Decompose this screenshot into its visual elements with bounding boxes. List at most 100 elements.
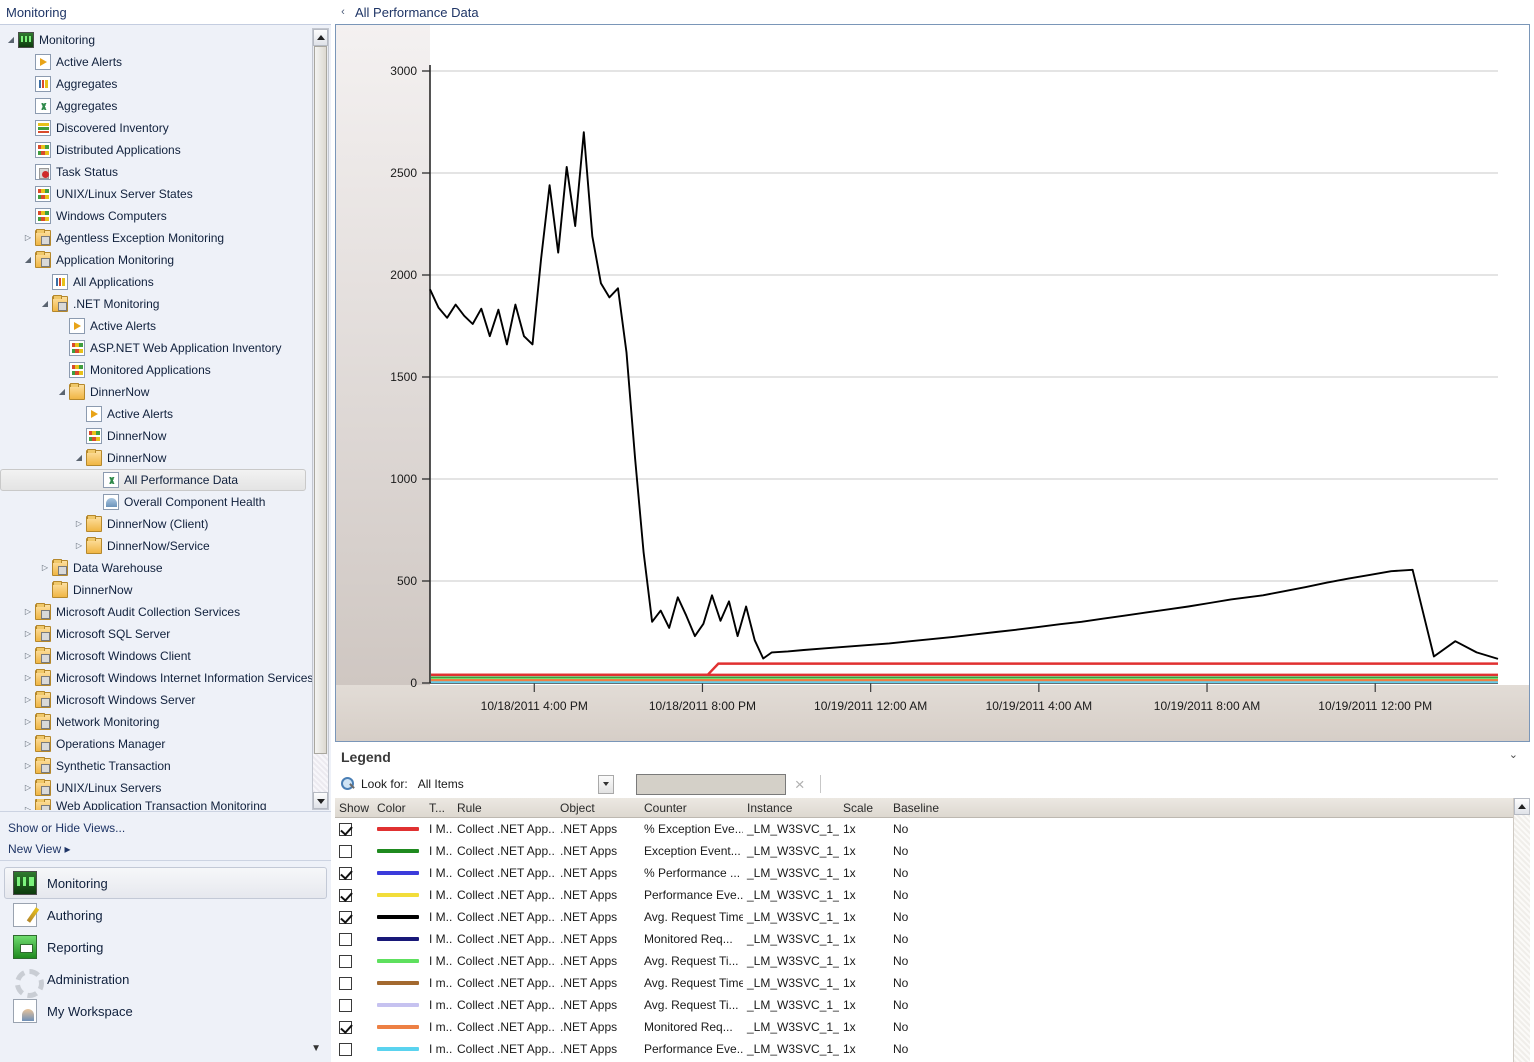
tree-item-unix-linux-servers[interactable]: ▷ UNIX/Linux Servers — [0, 777, 312, 799]
column-header-rule[interactable]: Rule — [453, 801, 556, 815]
tree-scroll-thumb[interactable] — [314, 46, 327, 754]
tree-item-asp-net-web-application-inventory[interactable]: ASP.NET Web Application Inventory — [0, 337, 312, 359]
tree-scrollbar[interactable] — [312, 28, 329, 810]
show-series-checkbox[interactable] — [339, 976, 352, 990]
legend-show-cell[interactable] — [335, 910, 373, 924]
tree-item-task-status[interactable]: Task Status — [0, 161, 312, 183]
views-tree[interactable]: ◢ Monitoring Active Alerts Aggregates Aggreg… — [0, 25, 312, 811]
show-series-checkbox[interactable] — [339, 1042, 352, 1056]
legend-show-cell[interactable] — [335, 998, 373, 1012]
expander-icon[interactable]: ▷ — [21, 711, 35, 733]
tree-item-web-application-transaction-monitoring[interactable]: ▷ Web Application Transaction Monitoring — [0, 799, 312, 810]
nav-button-my-workspace[interactable]: My Workspace — [4, 995, 327, 1027]
show-series-checkbox[interactable] — [339, 910, 352, 924]
legend-row[interactable]: I m... Collect .NET App... .NET Apps Avg. R… — [335, 972, 1513, 994]
expander-icon[interactable]: ◢ — [55, 381, 69, 403]
legend-row[interactable]: I M... Collect .NET App... .NET Apps Perfor… — [335, 884, 1513, 906]
tree-scroll-track[interactable] — [313, 754, 328, 792]
expander-icon[interactable]: ▷ — [72, 513, 86, 535]
tree-scroll-down-button[interactable] — [313, 792, 328, 809]
show-series-checkbox[interactable] — [339, 954, 352, 968]
tree-item-application-monitoring[interactable]: ◢ Application Monitoring — [0, 249, 312, 271]
tree-item-aggregates[interactable]: Aggregates — [0, 95, 312, 117]
nav-button-reporting[interactable]: Reporting — [4, 931, 327, 963]
legend-show-cell[interactable] — [335, 866, 373, 880]
legend-show-cell[interactable] — [335, 1020, 373, 1034]
expander-icon[interactable]: ▷ — [21, 227, 35, 249]
expander-icon[interactable]: ▷ — [21, 799, 35, 810]
legend-scroll-up-button[interactable] — [1514, 798, 1530, 815]
expander-icon[interactable]: ▷ — [21, 667, 35, 689]
legend-row[interactable]: I M... Collect .NET App... .NET Apps % Perf… — [335, 862, 1513, 884]
nav-button-administration[interactable]: Administration — [4, 963, 327, 998]
tree-item-dinnernow-client[interactable]: ▷ DinnerNow (Client) — [0, 513, 312, 535]
tree-item-unix-linux-server-states[interactable]: UNIX/Linux Server States — [0, 183, 312, 205]
legend-show-cell[interactable] — [335, 888, 373, 902]
expander-icon[interactable]: ▷ — [38, 557, 52, 579]
tree-item-synthetic-transaction[interactable]: ▷ Synthetic Transaction — [0, 755, 312, 777]
tree-item-monitoring[interactable]: ◢ Monitoring — [0, 29, 312, 51]
column-header-color[interactable]: Color — [373, 801, 425, 815]
column-header-instance[interactable]: Instance — [743, 801, 839, 815]
tree-item-data-warehouse[interactable]: ▷ Data Warehouse — [0, 557, 312, 579]
expander-icon[interactable]: ▷ — [21, 777, 35, 799]
show-series-checkbox[interactable] — [339, 866, 352, 880]
tree-item-microsoft-sql-server[interactable]: ▷ Microsoft SQL Server — [0, 623, 312, 645]
show-or-hide-views-link[interactable]: Show or Hide Views... — [8, 818, 331, 839]
clear-search-icon[interactable]: × — [792, 776, 808, 793]
expander-icon[interactable]: ◢ — [21, 249, 35, 271]
legend-scroll-track[interactable] — [1514, 815, 1530, 1062]
chevron-down-icon[interactable] — [597, 774, 614, 794]
tree-item-all-performance-data[interactable]: All Performance Data — [0, 469, 312, 491]
tree-item-net-monitoring[interactable]: ◢ .NET Monitoring — [0, 293, 312, 315]
legend-show-cell[interactable] — [335, 844, 373, 858]
expander-icon[interactable]: ▷ — [21, 601, 35, 623]
collapse-pane-icon[interactable]: ‹ — [335, 6, 351, 18]
show-series-checkbox[interactable] — [339, 844, 352, 858]
legend-show-cell[interactable] — [335, 1042, 373, 1056]
expander-icon[interactable]: ▷ — [21, 733, 35, 755]
legend-row[interactable]: I M... Collect .NET App... .NET Apps % Exce… — [335, 818, 1513, 840]
tree-item-dinnernow[interactable]: DinnerNow — [0, 425, 312, 447]
tree-item-dinnernow-service[interactable]: ▷ DinnerNow/Service — [0, 535, 312, 557]
expander-icon[interactable]: ◢ — [4, 29, 18, 51]
tree-item-monitored-applications[interactable]: Monitored Applications — [0, 359, 312, 381]
show-series-checkbox[interactable] — [339, 888, 352, 902]
expander-icon[interactable]: ◢ — [38, 293, 52, 315]
legend-show-cell[interactable] — [335, 976, 373, 990]
tree-item-agentless-exception-monitoring[interactable]: ▷ Agentless Exception Monitoring — [0, 227, 312, 249]
legend-row[interactable]: I m... Collect .NET App... .NET Apps Avg. R… — [335, 994, 1513, 1016]
tree-item-microsoft-windows-client[interactable]: ▷ Microsoft Windows Client — [0, 645, 312, 667]
tree-item-aggregates[interactable]: Aggregates — [0, 73, 312, 95]
legend-row[interactable]: I M... Collect .NET App... .NET Apps Avg. R… — [335, 906, 1513, 928]
tree-item-dinnernow[interactable]: ◢ DinnerNow — [0, 447, 312, 469]
nav-button-monitoring[interactable]: Monitoring — [4, 867, 327, 899]
legend-search-input[interactable] — [635, 773, 786, 795]
column-header-baseline[interactable]: Baseline — [889, 801, 979, 815]
tree-item-active-alerts[interactable]: Active Alerts — [0, 403, 312, 425]
nav-more-chevron-icon[interactable]: ▼ — [311, 1043, 321, 1054]
show-series-checkbox[interactable] — [339, 998, 352, 1012]
legend-row[interactable]: I M... Collect .NET App... .NET Apps Monito… — [335, 928, 1513, 950]
expander-icon[interactable]: ◢ — [72, 447, 86, 469]
tree-item-network-monitoring[interactable]: ▷ Network Monitoring — [0, 711, 312, 733]
tree-item-active-alerts[interactable]: Active Alerts — [0, 315, 312, 337]
legend-row[interactable]: I M... Collect .NET App... .NET Apps Avg. R… — [335, 950, 1513, 972]
tree-item-overall-component-health[interactable]: Overall Component Health — [0, 491, 312, 513]
tree-item-all-applications[interactable]: All Applications — [0, 271, 312, 293]
legend-scrollbar[interactable] — [1513, 798, 1530, 1062]
look-for-dropdown[interactable]: All Items — [413, 774, 614, 794]
show-series-checkbox[interactable] — [339, 822, 352, 836]
tree-item-microsoft-audit-collection-services[interactable]: ▷ Microsoft Audit Collection Services — [0, 601, 312, 623]
tree-item-microsoft-windows-internet-information-services[interactable]: ▷ Microsoft Windows Internet Information … — [0, 667, 312, 689]
tree-item-operations-manager[interactable]: ▷ Operations Manager — [0, 733, 312, 755]
legend-row[interactable]: I m... Collect .NET App... .NET Apps Monito… — [335, 1016, 1513, 1038]
performance-chart[interactable]: 0 500 1000 1500 2000 2500 3000 10/18/2011 4:00 … — [336, 25, 1529, 741]
column-header-type[interactable]: T... — [425, 801, 453, 815]
show-series-checkbox[interactable] — [339, 1020, 352, 1034]
legend-row[interactable]: I m... Collect .NET App... .NET Apps Perfor… — [335, 1038, 1513, 1060]
performance-chart-panel[interactable]: 0 500 1000 1500 2000 2500 3000 10/18/2011 4:00 … — [335, 24, 1530, 742]
legend-show-cell[interactable] — [335, 822, 373, 836]
legend-show-cell[interactable] — [335, 954, 373, 968]
expander-icon[interactable]: ▷ — [21, 623, 35, 645]
